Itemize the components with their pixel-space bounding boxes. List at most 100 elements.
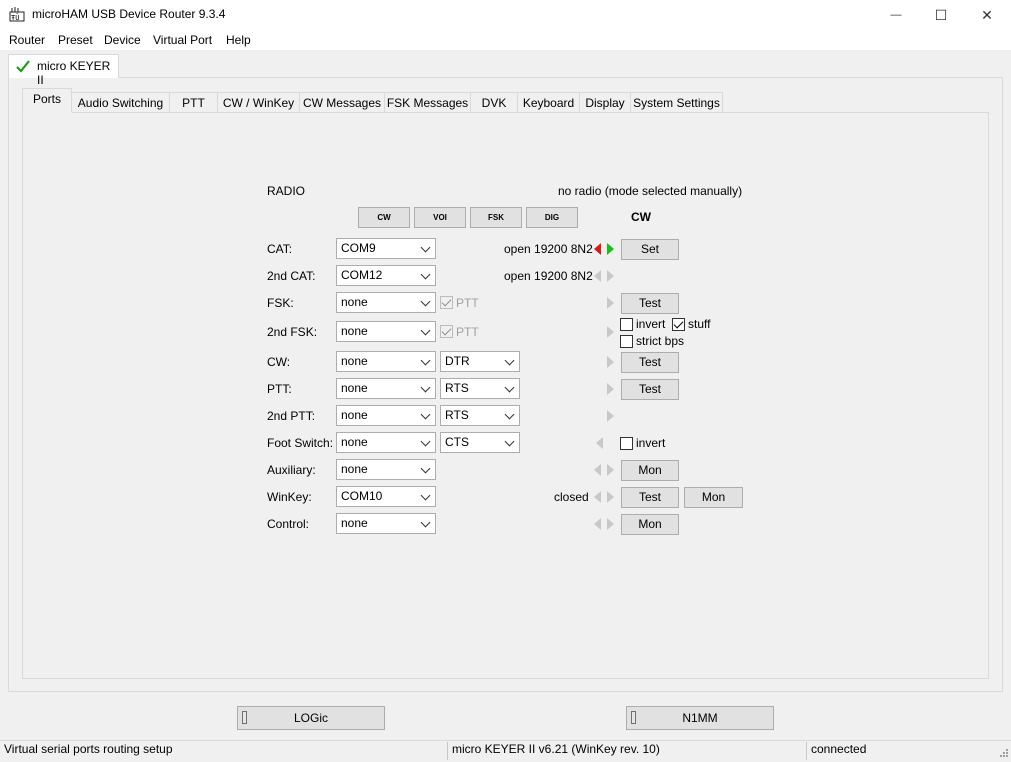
fsk-test-button[interactable]: Test: [621, 293, 679, 314]
winkey-test-button[interactable]: Test: [621, 487, 679, 508]
radio-label: RADIO: [267, 184, 306, 198]
chevron-down-icon: [420, 296, 431, 307]
cat2-port-value: COM12: [341, 268, 383, 282]
ptt2-line-value: RTS: [445, 408, 469, 422]
menu-device[interactable]: Device: [104, 33, 141, 47]
menu-virtual-port[interactable]: Virtual Port: [153, 33, 212, 47]
fsk2-port-select[interactable]: none: [336, 321, 436, 342]
mode-cw-button[interactable]: CW: [358, 207, 410, 228]
chevron-down-icon: [420, 517, 431, 528]
cw-port-select[interactable]: none: [336, 351, 436, 372]
winkey-mon-button[interactable]: Mon: [684, 487, 743, 508]
checkmark-icon: [16, 60, 30, 73]
control-tx-indicator-icon: [607, 518, 614, 530]
resize-grip-icon[interactable]: [997, 748, 1009, 760]
cat-port-select[interactable]: COM9: [336, 238, 436, 259]
tab-system-settings[interactable]: System Settings: [630, 92, 723, 113]
foot-switch-line-select[interactable]: CTS: [440, 432, 520, 453]
fsk2-ptt-checkbox[interactable]: [440, 325, 453, 338]
cat-rx-indicator-icon: [594, 243, 601, 255]
tab-ptt[interactable]: PTT: [169, 92, 218, 113]
ptt2-port-select[interactable]: none: [336, 405, 436, 426]
device-tab-label: micro KEYER II: [37, 59, 111, 87]
chevron-down-icon: [504, 355, 515, 366]
ptt-port-value: none: [341, 381, 368, 395]
foot-switch-port-value: none: [341, 435, 368, 449]
connection-status: connected: [811, 742, 867, 756]
ptt-test-button[interactable]: Test: [621, 379, 679, 400]
chevron-down-icon: [420, 242, 431, 253]
tab-audio-switching[interactable]: Audio Switching: [71, 92, 170, 113]
tab-dvk[interactable]: DVK: [470, 92, 518, 113]
auxiliary-rx-indicator-icon: [594, 464, 601, 476]
ptt-port-select[interactable]: none: [336, 378, 436, 399]
winkey-label: WinKey:: [267, 490, 312, 504]
cat-port-value: COM9: [341, 241, 376, 255]
auxiliary-tx-indicator-icon: [607, 464, 614, 476]
minimize-button[interactable]: —: [873, 0, 919, 30]
cat2-rx-indicator-icon: [594, 270, 601, 282]
cat2-port-select[interactable]: COM12: [336, 265, 436, 286]
winkey-tx-indicator-icon: [607, 491, 614, 503]
control-rx-indicator-icon: [594, 518, 601, 530]
fsk-invert-checkbox[interactable]: [620, 318, 633, 331]
ptt-tx-indicator-icon: [607, 383, 614, 395]
ptt-line-select[interactable]: RTS: [440, 378, 520, 399]
auxiliary-mon-button[interactable]: Mon: [621, 460, 679, 481]
close-icon: ✕: [981, 6, 993, 23]
maximize-icon: ☐: [934, 6, 948, 23]
menu-router[interactable]: Router: [9, 33, 45, 47]
control-port-select[interactable]: none: [336, 513, 436, 534]
logic-button[interactable]: LOGic: [237, 706, 385, 730]
chevron-down-icon: [420, 355, 431, 366]
ptt2-line-select[interactable]: RTS: [440, 405, 520, 426]
foot-switch-port-select[interactable]: none: [336, 432, 436, 453]
tab-display[interactable]: Display: [579, 92, 631, 113]
maximize-button[interactable]: ☐: [918, 0, 964, 30]
status-divider: [447, 742, 448, 760]
fsk2-port-value: none: [341, 324, 368, 338]
ptt2-label: 2nd PTT:: [267, 409, 316, 423]
fsk-strict-bps-checkbox[interactable]: [620, 335, 633, 348]
chevron-down-icon: [504, 382, 515, 393]
mode-voice-button[interactable]: VOI: [414, 207, 466, 228]
auxiliary-port-select[interactable]: none: [336, 459, 436, 480]
chevron-down-icon: [504, 409, 515, 420]
n1mm-status-indicator: [631, 711, 636, 724]
fsk-invert-label: invert: [636, 317, 666, 331]
tab-ports[interactable]: Ports: [22, 88, 72, 113]
chevron-down-icon: [504, 436, 515, 447]
foot-switch-invert-checkbox[interactable]: [620, 437, 633, 450]
tab-cw-messages[interactable]: CW Messages: [299, 92, 385, 113]
mode-fsk-button[interactable]: FSK: [470, 207, 522, 228]
foot-switch-rx-indicator-icon: [596, 437, 603, 449]
menu-preset[interactable]: Preset: [58, 33, 93, 47]
winkey-port-select[interactable]: COM10: [336, 486, 436, 507]
close-button[interactable]: ✕: [964, 0, 1010, 30]
chevron-down-icon: [420, 436, 431, 447]
cw-line-select[interactable]: DTR: [440, 351, 520, 372]
n1mm-button-label: N1MM: [682, 711, 718, 725]
control-mon-button[interactable]: Mon: [621, 514, 679, 535]
tab-keyboard[interactable]: Keyboard: [517, 92, 580, 113]
device-tab-micro-keyer[interactable]: micro KEYER II: [8, 54, 119, 87]
tab-fsk-messages[interactable]: FSK Messages: [384, 92, 471, 113]
cat2-tx-indicator-icon: [607, 270, 614, 282]
fsk-ptt-checkbox[interactable]: [440, 296, 453, 309]
fsk-port-value: none: [341, 295, 368, 309]
fsk-stuff-checkbox[interactable]: [672, 318, 685, 331]
menu-help[interactable]: Help: [226, 33, 251, 47]
tab-cw-winkey[interactable]: CW / WinKey: [217, 92, 300, 113]
fsk-tx-indicator-icon: [607, 297, 614, 309]
cat2-status: open 19200 8N2: [504, 269, 593, 283]
cat-set-button[interactable]: Set: [621, 239, 679, 260]
cw-test-button[interactable]: Test: [621, 352, 679, 373]
fsk-label: FSK:: [267, 296, 294, 310]
auxiliary-port-value: none: [341, 462, 368, 476]
logic-button-label: LOGic: [293, 711, 328, 725]
mode-dig-button[interactable]: DIG: [526, 207, 578, 228]
n1mm-button[interactable]: N1MM: [626, 706, 774, 730]
ptt2-port-value: none: [341, 408, 368, 422]
fsk-port-select[interactable]: none: [336, 292, 436, 313]
fsk-strict-bps-label: strict bps: [636, 334, 685, 348]
